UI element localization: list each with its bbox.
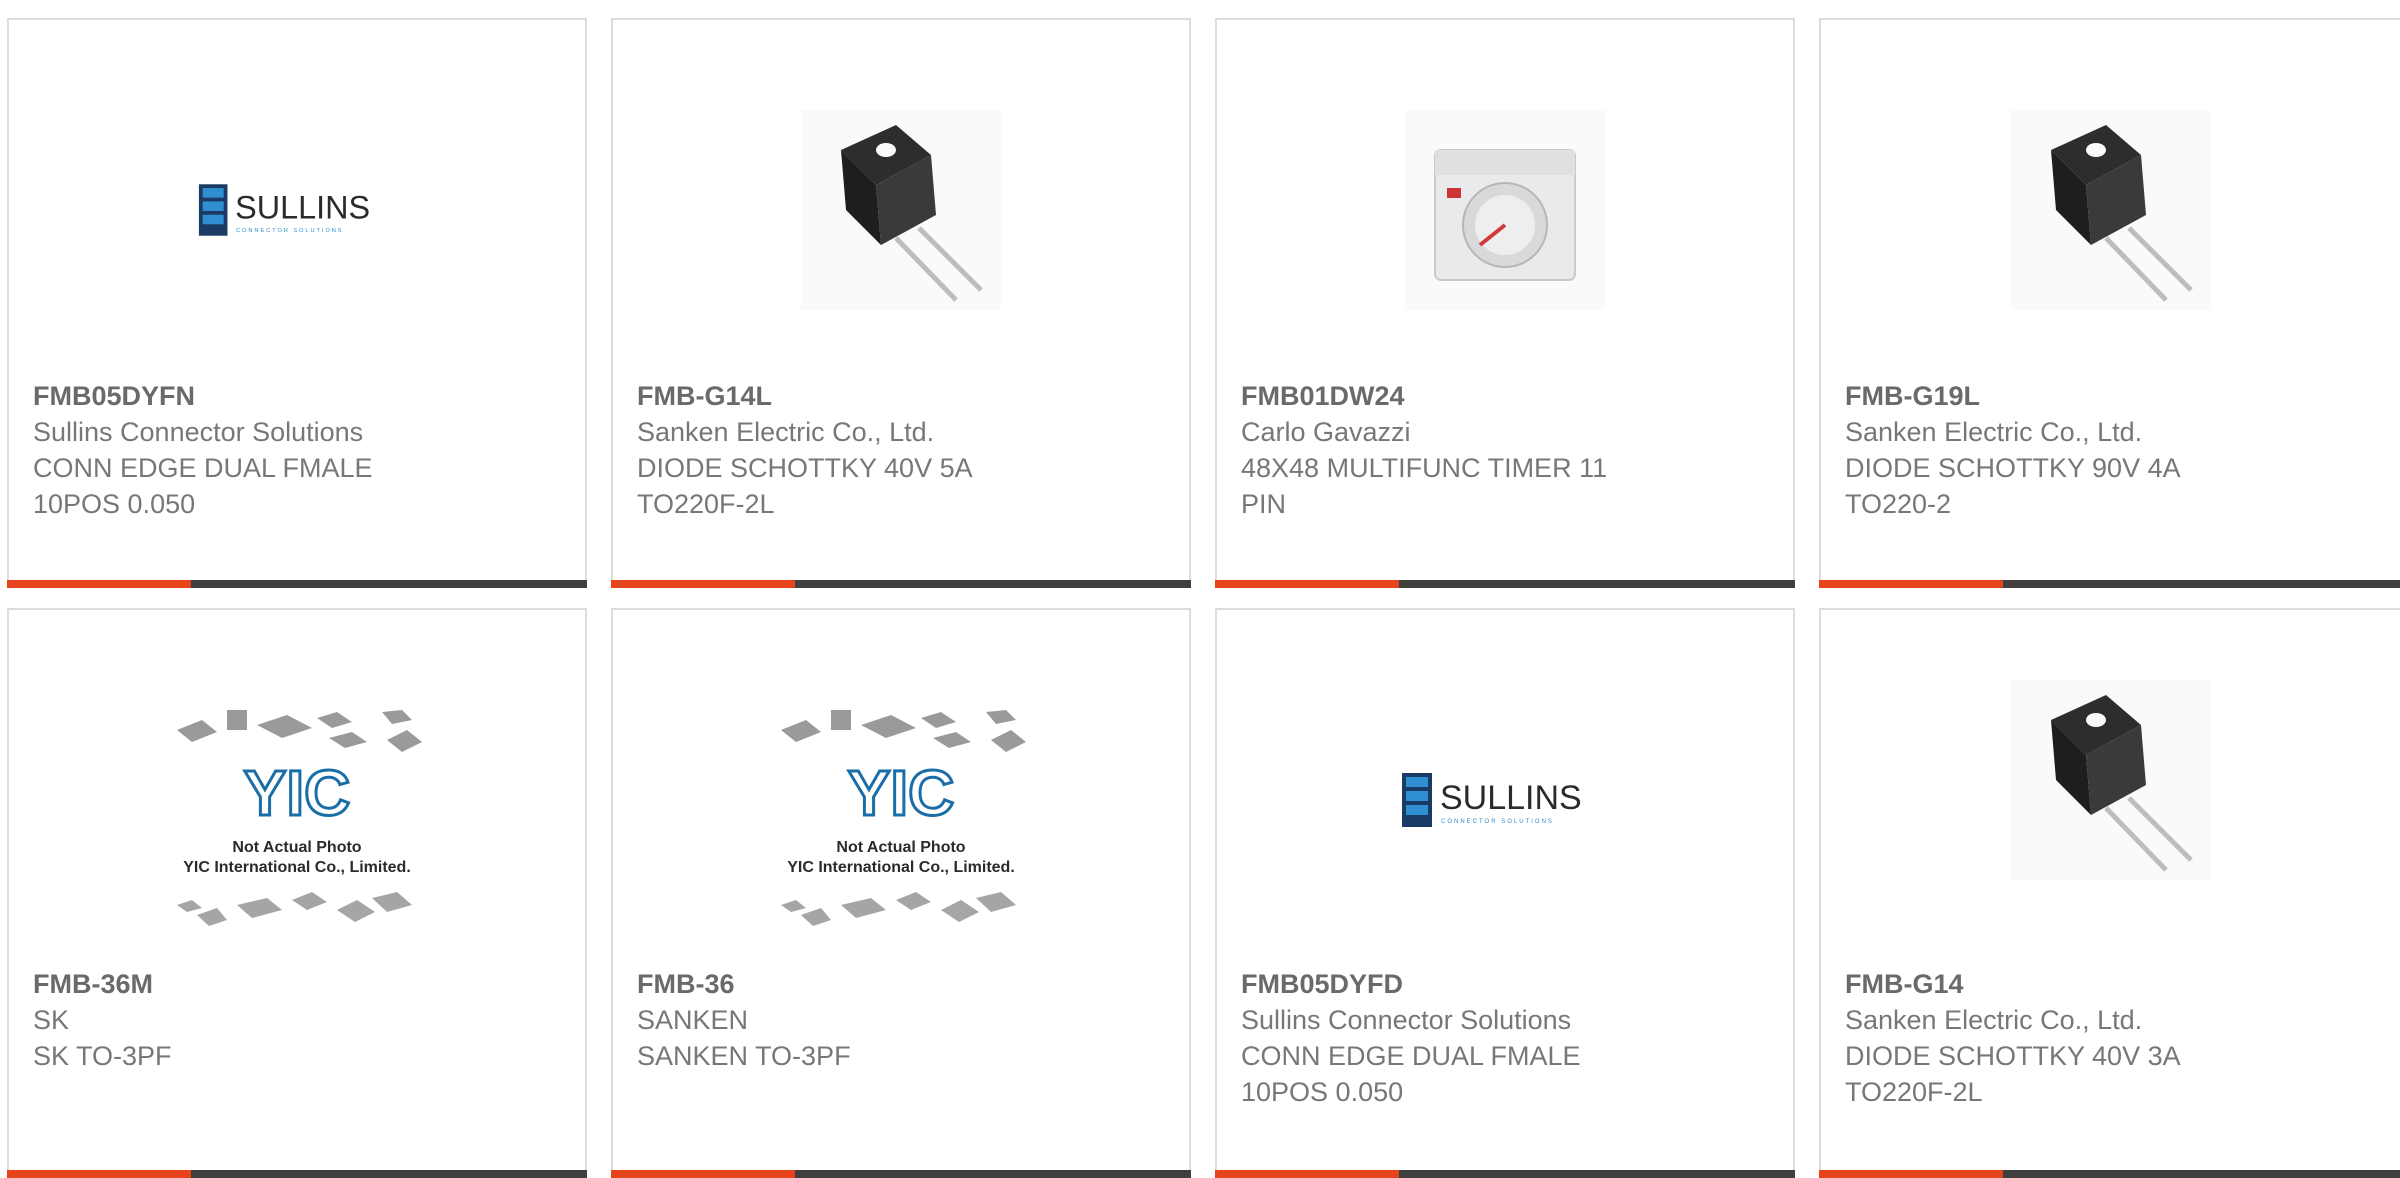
product-card[interactable]: YIC Not Actual Photo YIC International C… [611,608,1191,1178]
logo-text: SULLINS [1440,779,1582,817]
product-image[interactable]: YIC Not Actual Photo YIC International C… [157,700,437,940]
description: SANKEN TO-3PF [637,1041,851,1071]
svg-text:YIC International Co., Limited: YIC International Co., Limited. [183,859,411,876]
description: PIN [1241,489,1287,519]
product-info: FMB05DYFD Sullins Connector Solutions CO… [1241,966,1773,1110]
manufacturer: Sanken Electric Co., Ltd. [637,417,935,447]
svg-text:YIC: YIC [848,757,955,829]
manufacturer: Carlo Gavazzi [1241,417,1411,447]
card-bottom-bar [1215,580,1795,588]
description: TO220-2 [1845,489,1952,519]
part-number[interactable]: FMB-G14 [1845,966,2387,1002]
manufacturer: Sullins Connector Solutions [33,417,364,447]
sullins-logo-icon: SULLINS CONNECTOR SOLUTIONS [198,184,370,236]
part-number[interactable]: FMB-36 [637,966,1169,1002]
product-info: FMB-36 SANKEN SANKEN TO-3PF [637,966,1169,1074]
sullins-logo-icon: SULLINS CONNECTOR SOLUTIONS [1402,773,1582,827]
description: SK TO-3PF [33,1041,172,1071]
product-info: FMB05DYFN Sullins Connector Solutions CO… [33,378,565,522]
description: 48X48 MULTIFUNC TIMER 11 [1241,453,1608,483]
description: DIODE SCHOTTKY 90V 4A [1845,453,2181,483]
svg-text:CONNECTOR SOLUTIONS: CONNECTOR SOLUTIONS [236,228,343,234]
part-number[interactable]: FMB-36M [33,966,565,1002]
card-bottom-bar [1819,580,2400,588]
manufacturer: Sanken Electric Co., Ltd. [1845,1005,2143,1035]
description: 10POS 0.050 [33,489,196,519]
card-bottom-bar [7,580,587,588]
product-card[interactable]: FMB-G14L Sanken Electric Co., Ltd. DIODE… [611,18,1191,588]
description: CONN EDGE DUAL FMALE [33,453,373,483]
card-bottom-bar [7,1170,587,1178]
description: DIODE SCHOTTKY 40V 5A [637,453,973,483]
part-number[interactable]: FMB01DW24 [1241,378,1773,414]
product-image[interactable] [2011,110,2211,310]
description: 10POS 0.050 [1241,1077,1404,1107]
product-image[interactable] [2011,680,2211,880]
card-bottom-bar [1215,1170,1795,1178]
manufacturer: SANKEN [637,1005,749,1035]
svg-text:Not Actual Photo: Not Actual Photo [232,839,361,856]
product-image[interactable]: SULLINS CONNECTOR SOLUTIONS [197,110,397,310]
card-bottom-bar [1819,1170,2400,1178]
product-info: FMB-G14 Sanken Electric Co., Ltd. DIODE … [1845,966,2387,1110]
product-image[interactable] [1405,110,1605,310]
product-info: FMB01DW24 Carlo Gavazzi 48X48 MULTIFUNC … [1241,378,1773,522]
part-number[interactable]: FMB05DYFD [1241,966,1773,1002]
product-card[interactable]: SULLINS CONNECTOR SOLUTIONS FMB05DYFN Su… [7,18,587,588]
yic-placeholder-icon: YIC Not Actual Photo YIC International C… [781,710,1026,926]
product-grid: SULLINS CONNECTOR SOLUTIONS FMB05DYFN Su… [0,0,2400,1178]
product-image[interactable]: YIC Not Actual Photo YIC International C… [761,700,1041,940]
product-info: FMB-G14L Sanken Electric Co., Ltd. DIODE… [637,378,1169,522]
part-number[interactable]: FMB-G14L [637,378,1169,414]
logo-text: SULLINS [235,190,370,226]
product-card[interactable]: FMB-G19L Sanken Electric Co., Ltd. DIODE… [1819,18,2400,588]
svg-text:Not Actual Photo: Not Actual Photo [836,839,965,856]
description: DIODE SCHOTTKY 40V 3A [1845,1041,2181,1071]
timer-relay-icon [1405,110,1605,310]
svg-text:YIC International Co., Limited: YIC International Co., Limited. [787,859,1015,876]
description: TO220F-2L [637,489,775,519]
svg-text:CONNECTOR SOLUTIONS: CONNECTOR SOLUTIONS [1441,819,1554,825]
manufacturer: SK [33,1005,70,1035]
product-image[interactable] [801,110,1001,310]
description: TO220F-2L [1845,1077,1983,1107]
yic-placeholder-icon: YIC Not Actual Photo YIC International C… [177,710,422,926]
product-image[interactable]: SULLINS CONNECTOR SOLUTIONS [1400,700,1610,900]
product-card[interactable]: SULLINS CONNECTOR SOLUTIONS FMB05DYFD Su… [1215,608,1795,1178]
manufacturer: Sullins Connector Solutions [1241,1005,1572,1035]
part-number[interactable]: FMB-G19L [1845,378,2387,414]
part-number[interactable]: FMB05DYFN [33,378,565,414]
manufacturer: Sanken Electric Co., Ltd. [1845,417,2143,447]
card-bottom-bar [611,1170,1191,1178]
product-card[interactable]: YIC Not Actual Photo YIC International C… [7,608,587,1178]
svg-text:YIC: YIC [244,757,351,829]
product-card[interactable]: FMB01DW24 Carlo Gavazzi 48X48 MULTIFUNC … [1215,18,1795,588]
product-card[interactable]: FMB-G14 Sanken Electric Co., Ltd. DIODE … [1819,608,2400,1178]
to220-diode-icon [2011,680,2211,880]
to220-diode-icon [2011,110,2211,310]
card-bottom-bar [611,580,1191,588]
description: CONN EDGE DUAL FMALE [1241,1041,1581,1071]
product-info: FMB-G19L Sanken Electric Co., Ltd. DIODE… [1845,378,2387,522]
product-info: FMB-36M SK SK TO-3PF [33,966,565,1074]
to220-diode-icon [801,110,1001,310]
